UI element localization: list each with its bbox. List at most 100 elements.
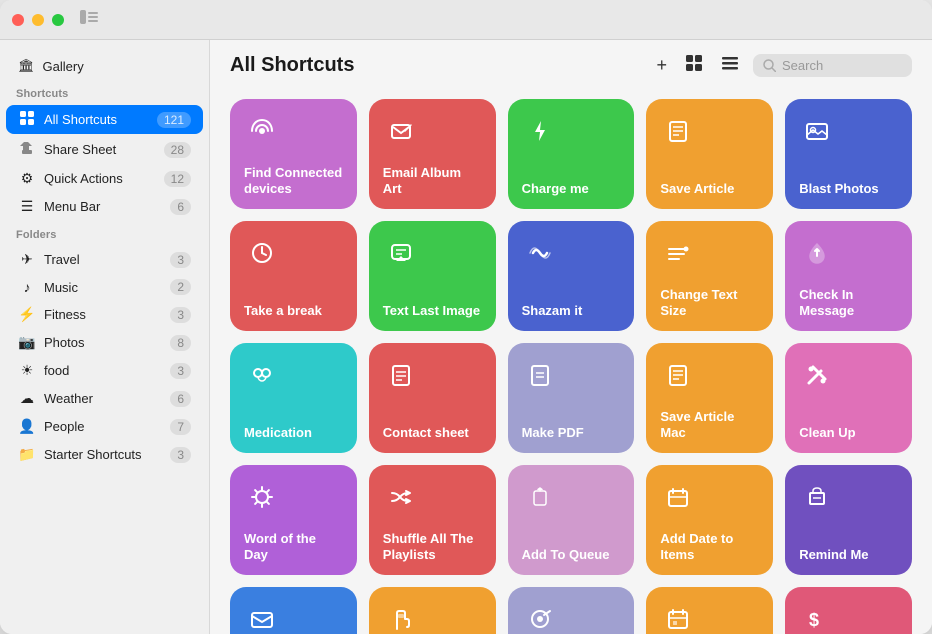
- shortcut-card-clean-up[interactable]: Clean Up: [785, 343, 912, 453]
- shortcut-card-change-text-size[interactable]: Change Text Size: [646, 221, 773, 331]
- photos-count: 8: [170, 335, 191, 351]
- shortcut-label-change-text-size: Change Text Size: [660, 287, 759, 320]
- shortcut-card-take-break[interactable]: Take a break: [230, 221, 357, 331]
- fitness-icon: ⚡: [18, 306, 36, 323]
- titlebar: [0, 0, 932, 40]
- shortcut-label-medication: Medication: [244, 425, 343, 441]
- shortcut-card-calculate-tip[interactable]: $ Calculate Tip: [785, 587, 912, 634]
- travel-label: Travel: [44, 252, 162, 267]
- search-input[interactable]: [782, 58, 902, 73]
- shortcut-card-gas-street[interactable]: Gas On This Street: [369, 587, 496, 634]
- all-shortcuts-label: All Shortcuts: [44, 112, 149, 127]
- food-count: 3: [170, 363, 191, 379]
- sidebar-item-people[interactable]: 👤 People 7: [6, 413, 203, 440]
- share-sheet-icon: [18, 140, 36, 159]
- people-count: 7: [170, 419, 191, 435]
- content-header: All Shortcuts +: [210, 40, 932, 91]
- shortcut-card-save-article[interactable]: Save Article: [646, 99, 773, 209]
- sidebar-item-menu-bar[interactable]: ☰ Menu Bar 6: [6, 193, 203, 220]
- shortcut-label-shuffle-all: Shuffle All The Playlists: [383, 531, 482, 564]
- sidebar-item-music[interactable]: ♪ Music 2: [6, 274, 203, 300]
- shortcut-label-find-connected: Find Connected devices: [244, 165, 343, 198]
- shortcut-card-shuffle-all[interactable]: Shuffle All The Playlists: [369, 465, 496, 575]
- shortcut-card-shazam-it[interactable]: Shazam it: [508, 221, 635, 331]
- page-title: All Shortcuts: [230, 54, 638, 77]
- shortcut-card-email-myself[interactable]: Email Myself: [230, 587, 357, 634]
- svg-text:$: $: [809, 610, 819, 630]
- close-button[interactable]: [12, 14, 24, 26]
- starter-icon: 📁: [18, 446, 36, 463]
- list-view-button[interactable]: [717, 50, 743, 81]
- shortcut-card-sort-lines[interactable]: Sort Lines: [508, 587, 635, 634]
- shortcut-label-make-pdf: Make PDF: [522, 425, 621, 441]
- sidebar-gallery-label: Gallery: [43, 59, 84, 74]
- shortcut-icon-blast-photos: [799, 113, 835, 149]
- sidebar-item-all-shortcuts[interactable]: All Shortcuts 121: [6, 105, 203, 134]
- shortcut-icon-how-many-days: [660, 601, 696, 634]
- sidebar-item-starter[interactable]: 📁 Starter Shortcuts 3: [6, 441, 203, 468]
- sidebar-item-share-sheet[interactable]: Share Sheet 28: [6, 135, 203, 164]
- menu-bar-count: 6: [170, 199, 191, 215]
- sidebar-item-weather[interactable]: ☁ Weather 6: [6, 385, 203, 412]
- sidebar-toggle-button[interactable]: [80, 10, 98, 29]
- shortcut-icon-clean-up: [799, 357, 835, 393]
- app-body: 🏛 Gallery Shortcuts All Shortcuts 121: [0, 40, 932, 634]
- sidebar-item-photos[interactable]: 📷 Photos 8: [6, 329, 203, 356]
- shortcut-icon-make-pdf: [522, 357, 558, 393]
- shortcut-icon-add-date: [660, 479, 696, 515]
- shortcut-label-remind-me: Remind Me: [799, 547, 898, 563]
- fitness-count: 3: [170, 307, 191, 323]
- quick-actions-count: 12: [164, 171, 191, 187]
- minimize-button[interactable]: [32, 14, 44, 26]
- shortcut-card-make-pdf[interactable]: Make PDF: [508, 343, 635, 453]
- sidebar-item-fitness[interactable]: ⚡ Fitness 3: [6, 301, 203, 328]
- shortcut-card-text-last-image[interactable]: Text Last Image: [369, 221, 496, 331]
- shortcuts-section-label: Shortcuts: [0, 80, 209, 104]
- shortcut-label-check-in: Check In Message: [799, 287, 898, 320]
- photos-icon: 📷: [18, 334, 36, 351]
- grid-view-button[interactable]: [681, 50, 707, 81]
- shortcut-card-medication[interactable]: Medication: [230, 343, 357, 453]
- sidebar-item-food[interactable]: ☀ food 3: [6, 357, 203, 384]
- shortcut-card-remind-me[interactable]: Remind Me: [785, 465, 912, 575]
- shortcut-card-blast-photos[interactable]: Blast Photos: [785, 99, 912, 209]
- shortcut-icon-shuffle-all: [383, 479, 419, 515]
- weather-label: Weather: [44, 391, 162, 406]
- search-icon: [763, 59, 776, 72]
- shortcut-card-find-connected[interactable]: Find Connected devices: [230, 99, 357, 209]
- shortcut-icon-email-album: [383, 113, 419, 149]
- shortcut-card-add-queue[interactable]: Add To Queue: [508, 465, 635, 575]
- main-content: All Shortcuts +: [210, 40, 932, 634]
- share-sheet-label: Share Sheet: [44, 142, 156, 157]
- shortcut-icon-save-article-mac: [660, 357, 696, 393]
- shortcut-icon-remind-me: [799, 479, 835, 515]
- shortcut-card-word-of-day[interactable]: Word of the Day: [230, 465, 357, 575]
- shortcut-icon-gas-street: [383, 601, 419, 634]
- sidebar-item-gallery[interactable]: 🏛 Gallery: [6, 53, 203, 79]
- shortcut-icon-add-queue: [522, 479, 558, 515]
- shortcut-card-check-in[interactable]: Check In Message: [785, 221, 912, 331]
- maximize-button[interactable]: [52, 14, 64, 26]
- people-label: People: [44, 419, 162, 434]
- quick-actions-icon: ⚙: [18, 170, 36, 187]
- shortcut-card-email-album[interactable]: Email Album Art: [369, 99, 496, 209]
- sidebar-item-travel[interactable]: ✈ Travel 3: [6, 246, 203, 273]
- shortcut-icon-change-text-size: [660, 235, 696, 271]
- shortcut-icon-take-break: [244, 235, 280, 271]
- shortcut-card-charge-me[interactable]: Charge me: [508, 99, 635, 209]
- shortcut-label-charge-me: Charge me: [522, 181, 621, 197]
- shortcut-label-add-queue: Add To Queue: [522, 547, 621, 563]
- shortcut-card-save-article-mac[interactable]: Save Article Mac: [646, 343, 773, 453]
- shortcut-card-contact-sheet[interactable]: Contact sheet: [369, 343, 496, 453]
- share-sheet-count: 28: [164, 142, 191, 158]
- app-window: 🏛 Gallery Shortcuts All Shortcuts 121: [0, 0, 932, 634]
- sidebar-item-quick-actions[interactable]: ⚙ Quick Actions 12: [6, 165, 203, 192]
- music-icon: ♪: [18, 279, 36, 295]
- shortcut-card-how-many-days[interactable]: How Many Days Until: [646, 587, 773, 634]
- add-button[interactable]: +: [652, 51, 671, 80]
- food-label: food: [44, 363, 162, 378]
- shortcut-card-add-date[interactable]: Add Date to Items: [646, 465, 773, 575]
- shortcut-icon-word-of-day: [244, 479, 280, 515]
- folders-section-label: Folders: [0, 221, 209, 245]
- music-label: Music: [44, 280, 162, 295]
